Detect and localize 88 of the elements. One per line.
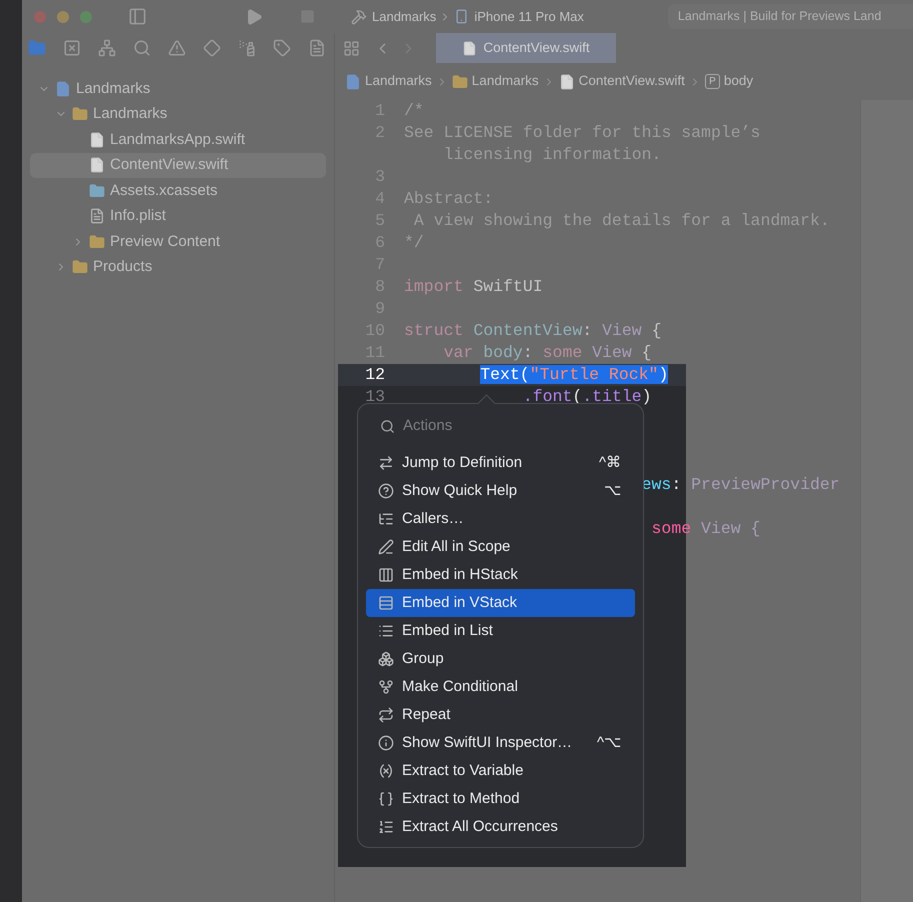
- menu-item[interactable]: Embed in VStack: [366, 589, 635, 617]
- folder-icon: [72, 259, 88, 276]
- run-icon[interactable]: [245, 8, 263, 26]
- warning-icon[interactable]: [168, 39, 186, 57]
- menu-item[interactable]: Repeat: [366, 701, 635, 729]
- navigator-item[interactable]: Products: [30, 254, 326, 280]
- code-line: some View {: [650, 518, 760, 540]
- hammer-icon: [351, 8, 367, 24]
- menu-item[interactable]: Callers…: [366, 505, 635, 533]
- activity-status: Landmarks | Build for Previews Land: [668, 4, 913, 29]
- navigator-item[interactable]: Landmarks: [30, 76, 326, 102]
- arrows-icon: [378, 455, 394, 471]
- navigator-item[interactable]: Preview Content: [30, 229, 326, 254]
- variable-icon: [378, 763, 394, 779]
- shortcut: ^⌥: [596, 733, 622, 753]
- grid-icon[interactable]: [343, 40, 360, 56]
- line-number: 13: [364, 386, 385, 408]
- swift-file-icon: [89, 157, 105, 174]
- phone-icon: [454, 9, 470, 24]
- breadcrumb-item[interactable]: Landmarks: [365, 71, 432, 92]
- code-line: import SwiftUI: [404, 276, 543, 298]
- menu-item[interactable]: Make Conditional: [366, 673, 635, 701]
- project-icon: [55, 80, 71, 97]
- menu-item[interactable]: Show SwiftUI Inspector… ^⌥: [366, 729, 635, 757]
- navigator-item[interactable]: Info.plist: [30, 204, 326, 229]
- zoom-window-button[interactable]: [80, 10, 92, 22]
- navigator-item[interactable]: ContentView.swift: [30, 152, 326, 178]
- boxes-icon: [378, 651, 394, 667]
- device-name[interactable]: iPhone 11 Pro Max: [474, 6, 584, 26]
- numbered-list-icon: [378, 819, 394, 835]
- navigator-item[interactable]: LandmarksApp.swift: [30, 127, 326, 152]
- menu-item[interactable]: Jump to Definition ^⌘: [366, 449, 635, 477]
- editor-tab[interactable]: ContentView.swift: [436, 33, 616, 63]
- breadcrumb-item[interactable]: Landmarks: [472, 71, 539, 92]
- folder-icon: [89, 182, 105, 199]
- document-icon[interactable]: [308, 39, 326, 57]
- menu-item[interactable]: Extract All Occurrences: [366, 813, 635, 841]
- scheme-name[interactable]: Landmarks: [372, 6, 436, 26]
- columns-icon: [378, 567, 394, 583]
- search-icon[interactable]: [133, 39, 151, 57]
- swift-file-icon: [462, 40, 478, 56]
- property-badge: P: [704, 74, 720, 89]
- x-square-icon[interactable]: [63, 39, 81, 57]
- navigator-item[interactable]: Landmarks: [30, 102, 326, 127]
- menu-item[interactable]: Embed in HStack: [366, 561, 635, 589]
- spray-can-icon[interactable]: [238, 39, 256, 57]
- close-window-button[interactable]: [34, 10, 46, 22]
- actions-search-field[interactable]: Actions: [403, 415, 603, 437]
- line-number: 12: [364, 364, 385, 386]
- shortcut: ⌥: [604, 481, 622, 501]
- folder-icon: [72, 106, 88, 122]
- diamond-icon[interactable]: [203, 39, 221, 57]
- rows-icon: [378, 595, 394, 611]
- menu-item[interactable]: Embed in List: [366, 617, 635, 645]
- navigator-item[interactable]: Assets.xcassets: [30, 178, 326, 204]
- tag-icon[interactable]: [273, 39, 291, 57]
- search-icon: [380, 418, 395, 434]
- project-icon: [345, 74, 361, 90]
- question-icon: [378, 483, 394, 499]
- breadcrumb-item[interactable]: body: [724, 71, 754, 92]
- minimize-window-button[interactable]: [57, 10, 69, 22]
- list-icon: [378, 623, 394, 639]
- swift-file-icon: [89, 132, 105, 148]
- shortcut: ^⌘: [598, 453, 622, 473]
- fork-icon: [378, 679, 394, 695]
- sidebar-toggle-icon[interactable]: [128, 7, 147, 26]
- tree-icon: [378, 511, 394, 527]
- document-icon: [89, 208, 105, 224]
- pen-icon: [378, 539, 394, 555]
- breadcrumb-item[interactable]: ContentView.swift: [578, 71, 685, 92]
- menu-item[interactable]: Extract to Method: [366, 785, 635, 813]
- code-line: Text("Turtle Rock"): [480, 364, 668, 386]
- code-line: /*: [404, 100, 424, 122]
- code-line: struct ContentView: View {: [404, 320, 662, 342]
- repeat-icon: [378, 707, 394, 723]
- menu-item[interactable]: Extract to Variable: [366, 757, 635, 785]
- folder-icon: [452, 74, 468, 90]
- hierarchy-icon[interactable]: [98, 39, 116, 57]
- menu-item[interactable]: Group: [366, 645, 635, 673]
- swift-file-icon: [558, 74, 575, 90]
- code-line: var body: some View {: [444, 342, 652, 364]
- info-icon: [378, 735, 394, 751]
- folder-icon[interactable]: [28, 39, 46, 57]
- braces-icon: [378, 791, 394, 807]
- menu-item[interactable]: Edit All in Scope: [366, 533, 635, 561]
- folder-icon: [89, 234, 105, 250]
- menu-item[interactable]: Show Quick Help ⌥: [366, 477, 635, 505]
- code-line: */: [404, 232, 424, 254]
